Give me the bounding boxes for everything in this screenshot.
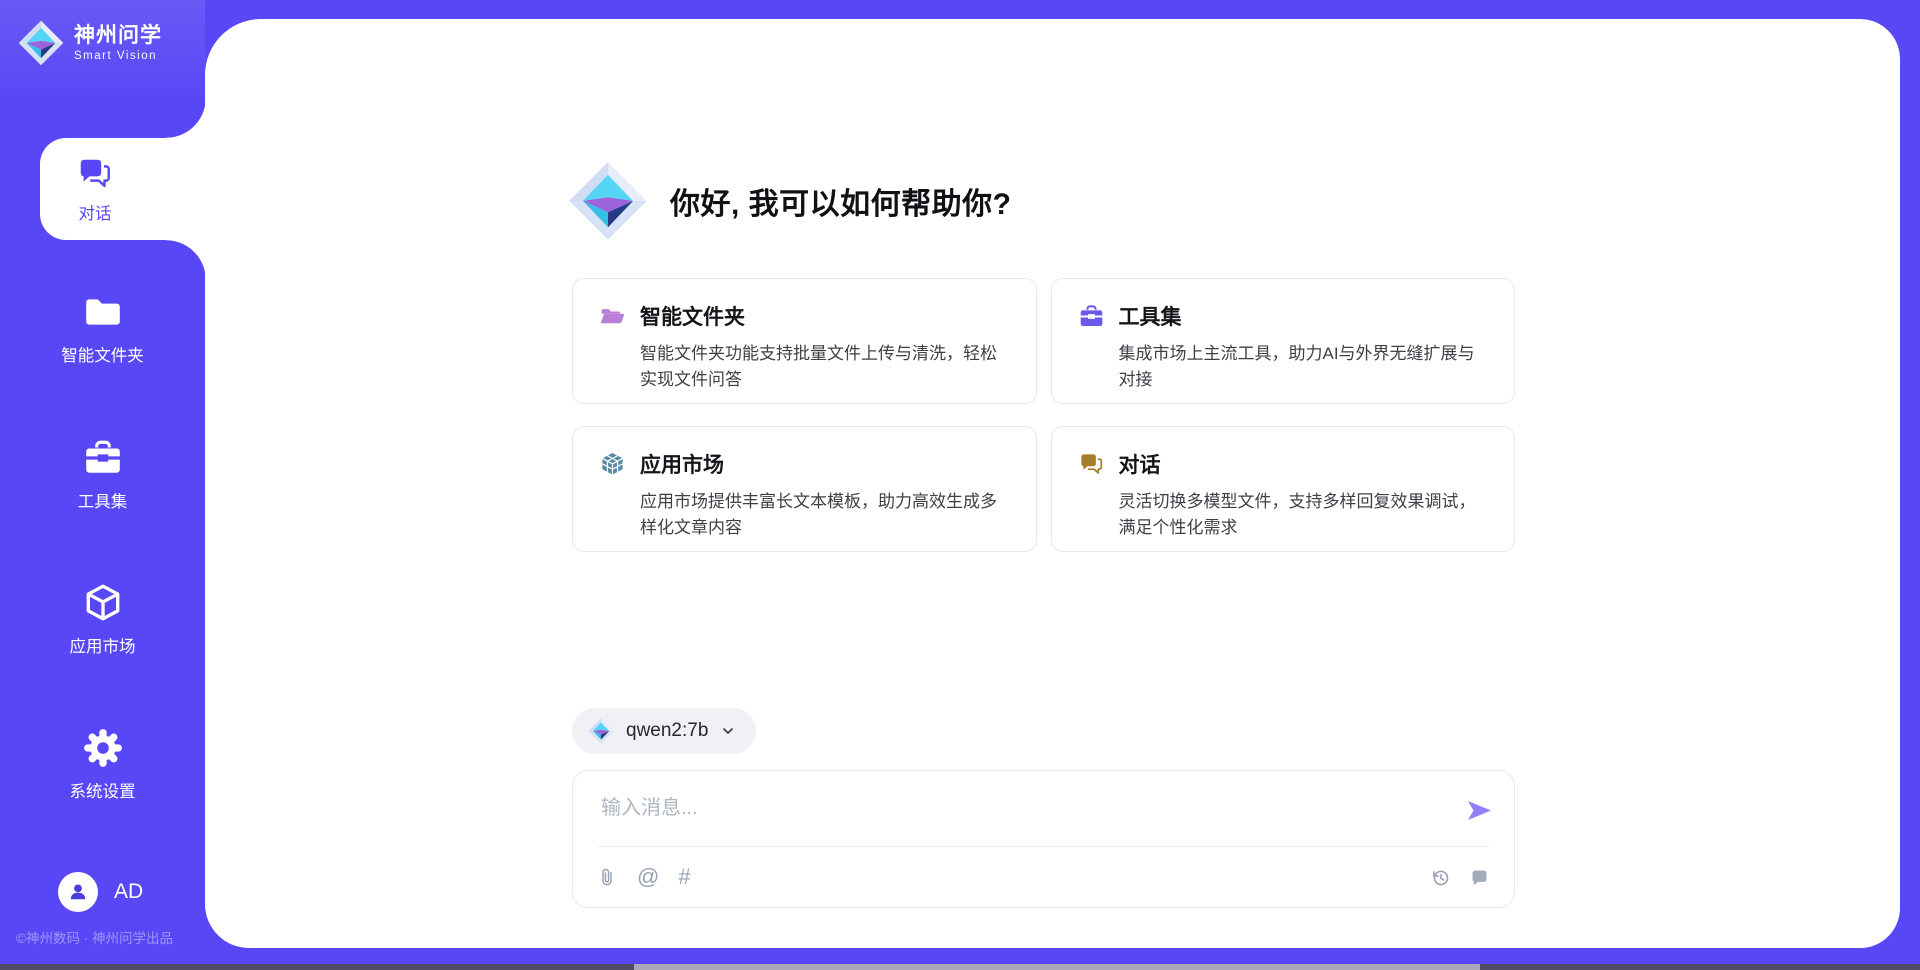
user-profile[interactable]: AD — [58, 872, 143, 912]
horizontal-scrollbar-track — [0, 964, 1920, 970]
model-name: qwen2:7b — [626, 720, 708, 742]
chat-icon — [1078, 451, 1105, 478]
model-selector[interactable]: qwen2:7b — [572, 708, 756, 754]
card-smart-folder[interactable]: 智能文件夹 智能文件夹功能支持批量文件上传与清洗，轻松实现文件问答 — [572, 278, 1037, 404]
toolbox-icon — [82, 437, 124, 479]
sidebar-item-label: 智能文件夹 — [61, 342, 144, 366]
app-root: { "brand": { "name": "神州问学", "subtitle":… — [0, 0, 1920, 970]
sidebar-item-label: 应用市场 — [70, 633, 136, 657]
feature-cards: 智能文件夹 智能文件夹功能支持批量文件上传与清洗，轻松实现文件问答 工具集 集成… — [572, 278, 1515, 552]
brand-subtitle: Smart Vision — [74, 50, 162, 63]
card-chat[interactable]: 对话 灵活切换多模型文件，支持多样回复效果调试，满足个性化需求 — [1051, 426, 1516, 552]
content-column: 你好, 我可以如何帮助你? 智能文件夹 智能文件夹功能支持批量文件上传与清洗，轻… — [572, 19, 1515, 948]
card-title: 对话 — [1119, 449, 1161, 479]
greeting: 你好, 我可以如何帮助你? — [568, 161, 1012, 241]
sidebar-item-settings[interactable]: 系统设置 — [0, 727, 205, 802]
history-icon[interactable] — [1430, 867, 1451, 888]
brand-logo: 神州问学 Smart Vision — [18, 20, 162, 66]
logo-diamond-icon — [568, 161, 648, 241]
card-description: 集成市场上主流工具，助力AI与外界无缝扩展与对接 — [1119, 341, 1489, 392]
card-description: 应用市场提供丰富长文本模板，助力高效生成多样化文章内容 — [640, 489, 1010, 540]
sidebar-item-smart-folder[interactable]: 智能文件夹 — [0, 291, 205, 366]
sidebar-item-label: 工具集 — [78, 488, 128, 512]
main-panel: 你好, 我可以如何帮助你? 智能文件夹 智能文件夹功能支持批量文件上传与清洗，轻… — [205, 19, 1900, 948]
folder-open-icon — [599, 303, 626, 330]
card-description: 智能文件夹功能支持批量文件上传与清洗，轻松实现文件问答 — [640, 341, 1010, 392]
logo-diamond-icon — [588, 718, 614, 744]
card-title: 应用市场 — [640, 449, 724, 479]
mention-icon[interactable]: @ — [637, 866, 659, 888]
sidebar-item-label: 系统设置 — [70, 778, 136, 802]
avatar — [58, 872, 98, 912]
comment-icon[interactable] — [1469, 867, 1490, 888]
card-title: 工具集 — [1119, 301, 1182, 331]
sidebar-item-label: 对话 — [79, 200, 112, 224]
composer-toolbar: @ # — [597, 847, 1490, 907]
sidebar-item-chat[interactable]: 对话 — [40, 138, 206, 240]
gear-icon — [82, 727, 124, 769]
brand-name: 神州问学 — [74, 24, 162, 47]
card-description: 灵活切换多模型文件，支持多样回复效果调试，满足个性化需求 — [1119, 489, 1489, 540]
chevron-down-icon — [720, 723, 736, 739]
user-avatar-icon — [66, 880, 90, 904]
sidebar-item-app-market[interactable]: 应用市场 — [0, 582, 205, 657]
horizontal-scrollbar-thumb[interactable] — [634, 964, 1480, 970]
hash-icon[interactable]: # — [678, 866, 690, 888]
folder-icon — [82, 291, 124, 333]
card-app-market[interactable]: 应用市场 应用市场提供丰富长文本模板，助力高效生成多样化文章内容 — [572, 426, 1037, 552]
send-button[interactable] — [1464, 797, 1494, 827]
greeting-title: 你好, 我可以如何帮助你? — [670, 179, 1012, 223]
cube-icon — [82, 582, 124, 624]
toolbox-icon — [1078, 303, 1105, 330]
logo-diamond-icon — [18, 20, 64, 66]
chat-icon — [76, 155, 114, 193]
copyright-text: ©神州数码 · 神州问学出品 — [16, 927, 173, 947]
message-input[interactable] — [599, 789, 1439, 841]
card-title: 智能文件夹 — [640, 301, 745, 331]
user-initials: AD — [114, 880, 143, 904]
send-icon — [1465, 797, 1493, 825]
sidebar-item-toolset[interactable]: 工具集 — [0, 437, 205, 512]
paperclip-icon[interactable] — [597, 867, 618, 888]
card-toolset[interactable]: 工具集 集成市场上主流工具，助力AI与外界无缝扩展与对接 — [1051, 278, 1516, 404]
cube-grid-icon — [599, 451, 626, 478]
message-composer: @ # — [572, 770, 1515, 908]
